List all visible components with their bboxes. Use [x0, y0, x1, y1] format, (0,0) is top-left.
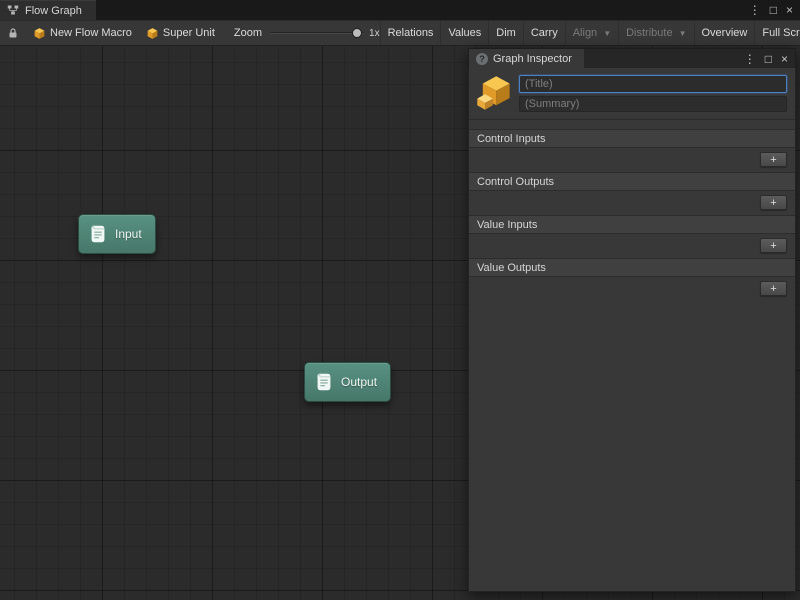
section-header: Control Inputs	[469, 129, 795, 148]
overview-button[interactable]: Overview	[694, 21, 755, 45]
tab-graph-inspector[interactable]: ? Graph Inspector	[469, 49, 584, 68]
titlebar: Flow Graph ⋮ □ ×	[0, 0, 800, 20]
inspector-controls: ⋮ □ ×	[744, 49, 795, 68]
lock-button[interactable]	[0, 21, 26, 45]
full-screen-label: Full Screen	[762, 27, 800, 39]
section-header: Value Inputs	[469, 215, 795, 234]
lock-icon	[7, 27, 20, 40]
node-input[interactable]: Input	[78, 214, 156, 254]
section-header: Control Outputs	[469, 172, 795, 191]
values-label: Values	[448, 27, 481, 39]
inspector-fields	[519, 75, 787, 112]
distribute-dropdown[interactable]: Distribute ▼	[618, 21, 693, 45]
node-output-label: Output	[341, 375, 377, 389]
section-label: Control Outputs	[477, 176, 554, 188]
inspector-body: Control Inputs + Control Outputs + Value…	[468, 68, 796, 592]
graph-inspector-panel: ? Graph Inspector ⋮ □ ×	[468, 48, 796, 592]
add-control-output-button[interactable]: +	[760, 195, 787, 210]
inspector-maximize-icon[interactable]: □	[765, 52, 772, 66]
section-label: Control Inputs	[477, 133, 545, 145]
section-label: Value Inputs	[477, 219, 537, 231]
dim-button[interactable]: Dim	[488, 21, 523, 45]
carry-label: Carry	[531, 27, 558, 39]
section-list: +	[469, 234, 795, 257]
distribute-dropdown-arrow-icon: ▼	[679, 29, 687, 38]
node-input-label: Input	[115, 227, 142, 241]
super-unit-button[interactable]: Super Unit	[139, 21, 222, 45]
zoom-value: 1x	[369, 28, 380, 39]
summary-input[interactable]	[519, 96, 787, 112]
overview-label: Overview	[702, 27, 748, 39]
window-controls: ⋮ □ ×	[749, 0, 800, 20]
window-maximize-icon[interactable]: □	[770, 4, 777, 16]
tab-flow-graph[interactable]: Flow Graph	[0, 0, 96, 20]
tab-title: Flow Graph	[25, 5, 82, 17]
full-screen-button[interactable]: Full Screen	[754, 21, 800, 45]
relations-button[interactable]: Relations	[380, 21, 441, 45]
inspector-close-icon[interactable]: ×	[781, 52, 788, 66]
toolbar-right-group: Relations Values Dim Carry Align ▼ Distr…	[380, 21, 800, 45]
relations-label: Relations	[388, 27, 434, 39]
zoom-slider-track	[270, 32, 364, 34]
window-menu-icon[interactable]: ⋮	[749, 4, 761, 16]
new-flow-macro-button[interactable]: New Flow Macro	[26, 21, 139, 45]
divider	[469, 119, 795, 120]
section-label: Value Outputs	[477, 262, 546, 274]
macro-cube-icon	[33, 27, 46, 40]
align-dropdown-arrow-icon: ▼	[603, 29, 611, 38]
section-control-outputs: Control Outputs +	[469, 172, 795, 214]
flow-graph-icon	[7, 4, 20, 17]
section-value-outputs: Value Outputs +	[469, 258, 795, 300]
toolbar: New Flow Macro Super Unit Zoom 1x Rel	[0, 20, 800, 46]
zoom-label: Zoom	[234, 27, 262, 39]
carry-button[interactable]: Carry	[523, 21, 565, 45]
unit-scroll-icon	[87, 223, 109, 245]
inspector-tabbar: ? Graph Inspector ⋮ □ ×	[468, 48, 796, 68]
section-header: Value Outputs	[469, 258, 795, 277]
add-control-input-button[interactable]: +	[760, 152, 787, 167]
align-label: Align	[573, 27, 597, 39]
super-unit-label: Super Unit	[163, 27, 215, 39]
add-value-input-button[interactable]: +	[760, 238, 787, 253]
unit-scroll-icon	[313, 371, 335, 393]
new-flow-macro-label: New Flow Macro	[50, 27, 132, 39]
node-output[interactable]: Output	[304, 362, 391, 402]
align-dropdown[interactable]: Align ▼	[565, 21, 618, 45]
values-button[interactable]: Values	[440, 21, 488, 45]
inspector-header	[469, 68, 795, 117]
inspector-tab-title: Graph Inspector	[493, 53, 572, 65]
zoom-slider[interactable]	[270, 21, 364, 45]
title-input[interactable]	[519, 75, 787, 93]
unity-window: Flow Graph ⋮ □ ×	[0, 0, 800, 600]
zoom-slider-knob[interactable]	[352, 28, 362, 38]
help-icon: ?	[476, 53, 488, 65]
section-list: +	[469, 148, 795, 171]
dim-label: Dim	[496, 27, 516, 39]
graph-cubes-icon	[475, 75, 513, 111]
add-value-output-button[interactable]: +	[760, 281, 787, 296]
zoom-control: Zoom 1x	[234, 21, 380, 45]
section-value-inputs: Value Inputs +	[469, 215, 795, 257]
inspector-menu-icon[interactable]: ⋮	[744, 52, 756, 66]
section-list: +	[469, 191, 795, 214]
section-list: +	[469, 277, 795, 300]
window-close-icon[interactable]: ×	[786, 4, 793, 16]
section-control-inputs: Control Inputs +	[469, 129, 795, 171]
distribute-label: Distribute	[626, 27, 672, 39]
super-unit-cube-icon	[146, 27, 159, 40]
